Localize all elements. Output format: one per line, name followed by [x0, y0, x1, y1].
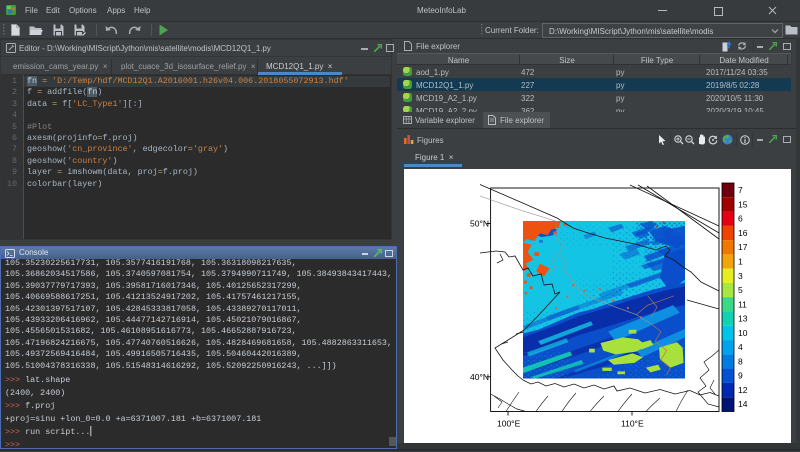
svg-text:1: 1	[738, 257, 743, 267]
svg-text:50°N: 50°N	[470, 219, 489, 229]
svg-text:7: 7	[738, 185, 743, 195]
svg-text:16: 16	[738, 228, 748, 238]
svg-text:11: 11	[738, 299, 747, 309]
svg-text:100°E: 100°E	[497, 419, 521, 429]
svg-text:9: 9	[738, 371, 743, 381]
svg-text:110°E: 110°E	[621, 419, 644, 429]
svg-text:6: 6	[738, 214, 743, 224]
svg-text:13: 13	[738, 314, 748, 324]
svg-text:15: 15	[738, 199, 748, 209]
svg-text:17: 17	[738, 242, 748, 252]
svg-text:5: 5	[738, 285, 743, 295]
svg-text:8: 8	[738, 356, 743, 366]
svg-text:40°N: 40°N	[470, 372, 489, 382]
svg-text:4: 4	[738, 342, 743, 352]
svg-text:12: 12	[738, 385, 748, 395]
svg-text:14: 14	[738, 399, 748, 409]
svg-text:10: 10	[738, 328, 748, 338]
svg-text:3: 3	[738, 271, 743, 281]
